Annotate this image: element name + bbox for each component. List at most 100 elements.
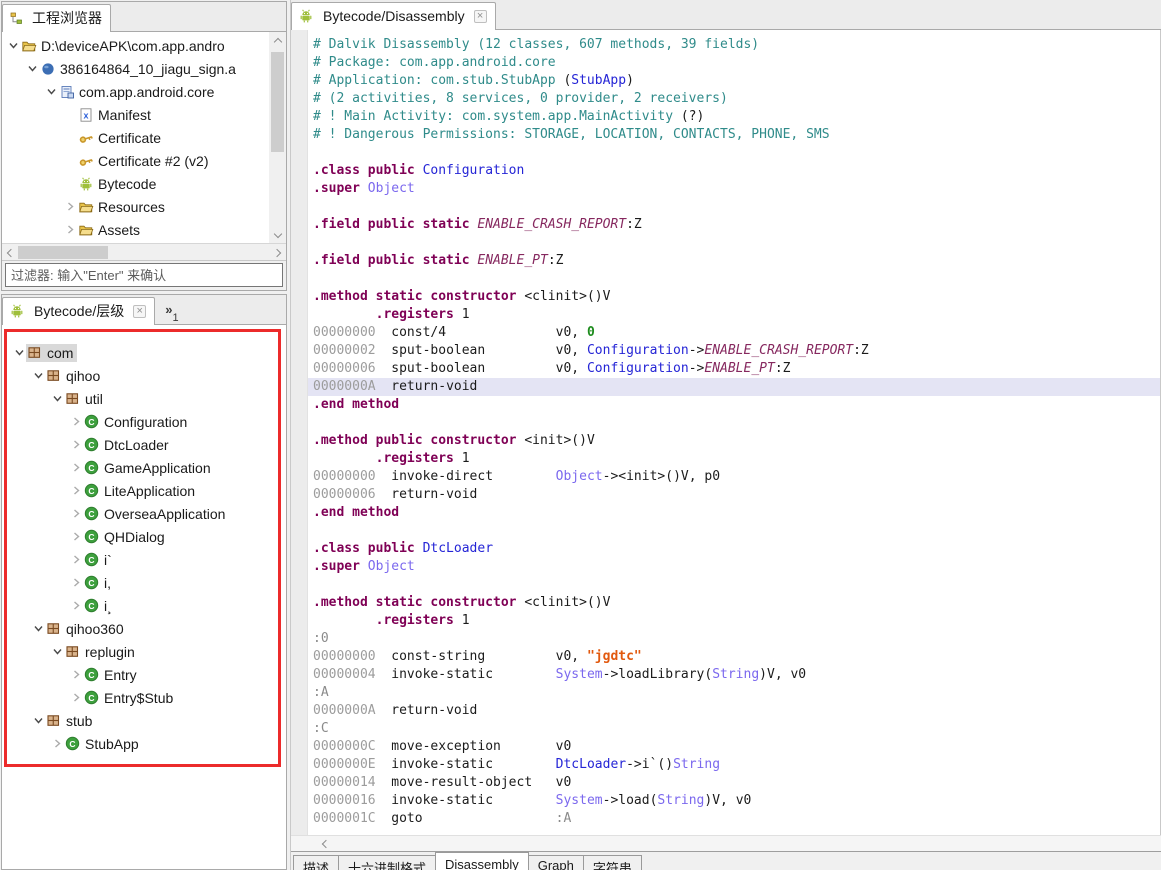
tree-item[interactable]: C LiteApplication: [8, 479, 278, 502]
code-line[interactable]: # (2 activities, 8 services, 0 provider,…: [308, 90, 1160, 108]
tree-item[interactable]: qihoo: [8, 364, 278, 387]
code-line[interactable]: .class public Configuration: [308, 162, 1160, 180]
code-line[interactable]: 00000000 const/4 v0, 0: [308, 324, 1160, 342]
code-link[interactable]: Configuration: [587, 361, 689, 376]
expand-arrow-icon[interactable]: [69, 692, 83, 704]
expand-arrow-icon[interactable]: [63, 201, 77, 213]
code-line[interactable]: 00000000 invoke-direct Object-><init>()V…: [308, 468, 1160, 486]
tab-overflow-indicator[interactable]: » 1: [155, 303, 178, 324]
code-line[interactable]: # Application: com.stub.StubApp (StubApp…: [308, 72, 1160, 90]
project-tree-horizontal-scrollbar[interactable]: [2, 243, 286, 260]
collapse-arrow-icon[interactable]: [6, 40, 20, 52]
code-line[interactable]: .registers 1: [308, 612, 1160, 630]
expand-arrow-icon[interactable]: [69, 439, 83, 451]
tree-item[interactable]: Bytecode: [2, 172, 286, 195]
tree-item[interactable]: com: [8, 341, 278, 364]
expand-arrow-icon[interactable]: [69, 577, 83, 589]
bottom-tab[interactable]: 描述: [293, 855, 340, 870]
code-line[interactable]: # ! Main Activity: com.system.app.MainAc…: [308, 108, 1160, 126]
tree-item[interactable]: Ci,: [8, 571, 278, 594]
tree-item[interactable]: C Entry: [8, 663, 278, 686]
expand-arrow-icon[interactable]: [69, 669, 83, 681]
code-line[interactable]: 0000000E invoke-static DtcLoader->i`()St…: [308, 756, 1160, 774]
collapse-arrow-icon[interactable]: [31, 370, 45, 382]
code-line[interactable]: .class public DtcLoader: [308, 540, 1160, 558]
code-line[interactable]: .registers 1: [308, 450, 1160, 468]
code-line[interactable]: 00000002 sput-boolean v0, Configuration-…: [308, 342, 1160, 360]
code-line[interactable]: .end method: [308, 504, 1160, 522]
scroll-down-icon[interactable]: [269, 227, 286, 243]
code-line[interactable]: [308, 144, 1160, 162]
collapse-arrow-icon[interactable]: [50, 393, 64, 405]
expand-arrow-icon[interactable]: [63, 224, 77, 236]
code-line[interactable]: [308, 270, 1160, 288]
tree-item[interactable]: C Entry$Stub: [8, 686, 278, 709]
code-line[interactable]: 0000000C move-exception v0: [308, 738, 1160, 756]
code-line[interactable]: .registers 1: [308, 306, 1160, 324]
code-line[interactable]: :0: [308, 630, 1160, 648]
expand-arrow-icon[interactable]: [69, 600, 83, 612]
tab-bytecode-disassembly[interactable]: Bytecode/Disassembly ×: [291, 2, 496, 30]
scroll-right-icon[interactable]: [270, 244, 286, 261]
collapse-arrow-icon[interactable]: [25, 63, 39, 75]
expand-arrow-icon[interactable]: [69, 531, 83, 543]
code-line[interactable]: :A: [308, 684, 1160, 702]
close-icon[interactable]: ×: [133, 304, 147, 318]
expand-arrow-icon[interactable]: [50, 738, 64, 750]
code-line[interactable]: .super Object: [308, 180, 1160, 198]
code-line[interactable]: [308, 234, 1160, 252]
tree-item[interactable]: Ci`: [8, 548, 278, 571]
tree-item[interactable]: C StubApp: [8, 732, 278, 755]
code-horizontal-scrollbar[interactable]: [291, 835, 1161, 851]
scroll-up-icon[interactable]: [269, 32, 286, 48]
tree-item[interactable]: Ci¸: [8, 594, 278, 617]
tree-item[interactable]: qihoo360: [8, 617, 278, 640]
project-tree-vertical-scrollbar[interactable]: [269, 32, 286, 243]
code-line[interactable]: # Package: com.app.android.core: [308, 54, 1160, 72]
code-line[interactable]: [308, 198, 1160, 216]
horizontal-scrollbar-thumb[interactable]: [18, 246, 108, 259]
vertical-scrollbar-thumb[interactable]: [271, 52, 284, 152]
code-line[interactable]: .field public static ENABLE_PT:Z: [308, 252, 1160, 270]
tree-item[interactable]: D:\deviceAPK\com.app.andro: [2, 34, 286, 57]
code-line[interactable]: 00000006 return-void: [308, 486, 1160, 504]
tree-item[interactable]: replugin: [8, 640, 278, 663]
tree-item[interactable]: Certificate #2 (v2): [2, 149, 286, 172]
bottom-tab[interactable]: Graph: [527, 855, 584, 870]
code-line[interactable]: 00000006 sput-boolean v0, Configuration-…: [308, 360, 1160, 378]
collapse-arrow-icon[interactable]: [50, 646, 64, 658]
filter-input[interactable]: [5, 263, 283, 287]
scroll-left-icon[interactable]: [2, 244, 18, 261]
tab-project-browser[interactable]: 工程浏览器: [2, 4, 111, 32]
tree-item[interactable]: com.app.android.core: [2, 80, 286, 103]
bottom-tab[interactable]: Disassembly: [435, 852, 529, 870]
scroll-left-icon[interactable]: [321, 839, 331, 848]
expand-arrow-icon[interactable]: [69, 554, 83, 566]
tree-item[interactable]: C OverseaApplication: [8, 502, 278, 525]
disassembly-code[interactable]: # Dalvik Disassembly (12 classes, 607 me…: [308, 30, 1160, 835]
code-link[interactable]: StubApp: [571, 73, 626, 88]
code-line[interactable]: [308, 522, 1160, 540]
code-line[interactable]: 0000000A return-void: [308, 702, 1160, 720]
code-line[interactable]: .end method: [308, 396, 1160, 414]
expand-arrow-icon[interactable]: [69, 485, 83, 497]
tree-item[interactable]: Certificate: [2, 126, 286, 149]
code-line[interactable]: [308, 576, 1160, 594]
collapse-arrow-icon[interactable]: [44, 86, 58, 98]
code-line[interactable]: # ! Dangerous Permissions: STORAGE, LOCA…: [308, 126, 1160, 144]
tree-item[interactable]: C DtcLoader: [8, 433, 278, 456]
code-line[interactable]: 00000016 invoke-static System->load(Stri…: [308, 792, 1160, 810]
bottom-tab[interactable]: 字符串: [582, 855, 642, 870]
code-line[interactable]: 00000014 move-result-object v0: [308, 774, 1160, 792]
code-line-highlighted[interactable]: 0000000A return-void: [308, 378, 1160, 396]
code-line[interactable]: # Dalvik Disassembly (12 classes, 607 me…: [308, 36, 1160, 54]
tree-item[interactable]: stub: [8, 709, 278, 732]
collapse-arrow-icon[interactable]: [31, 623, 45, 635]
tab-bytecode-hierarchy[interactable]: Bytecode/层级 ×: [2, 297, 156, 325]
code-line[interactable]: 0000001C goto :A: [308, 810, 1160, 828]
tree-item[interactable]: x Manifest: [2, 103, 286, 126]
tree-item[interactable]: C GameApplication: [8, 456, 278, 479]
tree-item[interactable]: 386164864_10_jiagu_sign.a: [2, 57, 286, 80]
collapse-arrow-icon[interactable]: [12, 347, 26, 359]
tree-item[interactable]: util: [8, 387, 278, 410]
